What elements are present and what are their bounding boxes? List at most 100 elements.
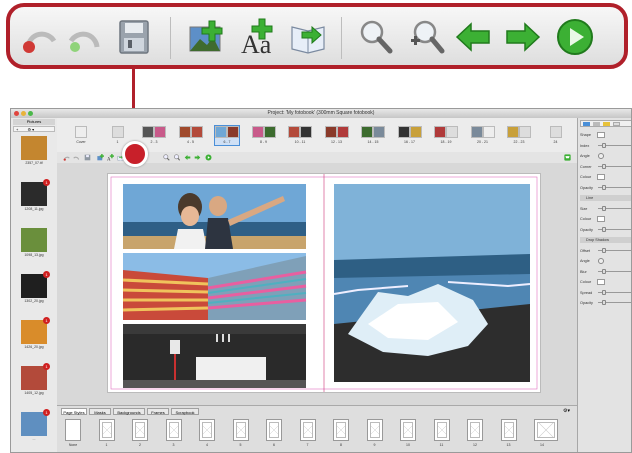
tab-scrapbook[interactable]: Scrapbook — [171, 408, 199, 415]
text-tab-icon[interactable] — [593, 122, 600, 126]
add-text-icon[interactable]: Aa — [239, 17, 279, 57]
page-style-layout[interactable]: 3 — [165, 419, 182, 447]
spread-thumbnail[interactable]: 4 - 5 — [178, 126, 203, 145]
spread-page[interactable] — [107, 173, 541, 393]
zoom-out-icon[interactable] — [163, 154, 170, 161]
add-picture-icon[interactable] — [187, 17, 227, 57]
spread-thumbnail[interactable]: Cover — [69, 126, 93, 145]
gear-icon[interactable]: ⚙▾ — [563, 408, 570, 414]
zoom-window-icon[interactable] — [28, 111, 33, 116]
save-icon[interactable] — [84, 154, 91, 161]
spread-thumbnail[interactable]: 2 - 3 — [142, 126, 166, 145]
gear-icon[interactable]: ⚙ ▾ — [27, 127, 34, 132]
slider-knob[interactable] — [602, 247, 606, 253]
undo-icon[interactable] — [20, 17, 60, 57]
colour-swatch[interactable] — [597, 279, 605, 285]
spread-thumbnail[interactable]: 24 — [544, 126, 568, 145]
cart-icon[interactable] — [564, 154, 571, 161]
property-section-header[interactable]: Line — [580, 195, 631, 201]
picture-thumbnail[interactable]: 1302_20.jpg 1 — [21, 271, 50, 304]
tab-backgrounds[interactable]: Backgrounds — [113, 408, 145, 415]
undo-icon[interactable] — [63, 154, 70, 161]
previous-page-icon[interactable] — [184, 154, 191, 161]
photo-glass-building[interactable] — [122, 253, 307, 320]
page-style-layout[interactable]: 14 — [534, 419, 558, 447]
picture-thumbnail[interactable]: 1208_11.jpg 1 — [21, 179, 50, 212]
page-style-layout[interactable]: 1 — [98, 419, 115, 447]
spread-page-left — [470, 126, 483, 138]
spread-thumbnail[interactable]: 8 - 9 — [251, 126, 276, 145]
add-page-icon[interactable] — [288, 17, 328, 57]
page-style-layout[interactable]: None — [65, 419, 81, 447]
slider-knob[interactable] — [602, 289, 606, 295]
spread-thumbnail[interactable]: 20 - 21 — [470, 126, 495, 145]
page-style-layout[interactable]: 4 — [199, 419, 215, 447]
photo-couple-beach[interactable] — [123, 184, 306, 249]
photo-white-room[interactable] — [123, 324, 306, 388]
property-label: Angle — [580, 154, 590, 158]
previous-page-icon[interactable] — [453, 17, 493, 57]
slider-knob[interactable] — [602, 205, 606, 211]
redo-icon[interactable] — [73, 154, 80, 161]
slider-knob[interactable] — [602, 163, 606, 169]
colour-swatch[interactable] — [597, 216, 605, 222]
slider-knob[interactable] — [602, 184, 606, 190]
spread-page-left — [434, 126, 446, 138]
next-page-icon[interactable] — [194, 154, 201, 161]
page-style-layout[interactable]: 2 — [132, 419, 148, 447]
picture-thumbnail[interactable]: 1098_13.jpg — [21, 228, 47, 258]
picture-thumbnail[interactable]: ... 1 — [21, 409, 50, 442]
property-section-header[interactable]: Drop Shadow — [580, 237, 631, 243]
redo-icon[interactable] — [65, 17, 105, 57]
spread-thumbnail[interactable]: 14 - 15 — [361, 126, 385, 145]
next-page-icon[interactable] — [503, 17, 543, 57]
page-style-layout[interactable]: 12 — [467, 419, 483, 447]
page-style-layout[interactable]: 8 — [333, 419, 349, 447]
slider-knob[interactable] — [602, 226, 606, 232]
spread-thumbnail[interactable]: 10 - 11 — [288, 126, 312, 145]
spread-thumbnail[interactable]: 6 - 7 — [214, 125, 240, 146]
page-style-layout[interactable]: 5 — [232, 419, 249, 447]
ruler-tab-icon[interactable] — [603, 122, 610, 126]
preview-play-icon[interactable] — [205, 154, 212, 161]
picture-thumbnail[interactable]: 2357_07.tif — [21, 136, 47, 166]
picture-thumbnail[interactable]: 1405_12.jpg 1 — [21, 363, 50, 396]
add-picture-icon[interactable] — [97, 154, 104, 161]
colour-swatch[interactable] — [597, 132, 605, 138]
zoom-out-icon[interactable] — [356, 17, 396, 57]
spread-thumbnail[interactable]: 1 — [106, 126, 130, 145]
page-style-layout[interactable]: 13 — [500, 419, 517, 447]
slider-knob[interactable] — [602, 142, 606, 148]
angle-dial[interactable] — [598, 153, 604, 159]
spread-thumbnail[interactable]: 18 - 19 — [434, 126, 458, 145]
photo-ice-beach[interactable] — [333, 184, 531, 382]
layers-tab-icon[interactable] — [583, 122, 590, 126]
slider-knob[interactable] — [602, 268, 606, 274]
tab-frames[interactable]: Frames — [147, 408, 169, 415]
save-icon[interactable] — [114, 17, 154, 57]
zoom-in-icon[interactable] — [405, 17, 445, 57]
layout-preview — [302, 422, 313, 438]
page-style-layout[interactable]: 10 — [400, 419, 416, 447]
colour-swatch[interactable] — [597, 174, 605, 180]
minimize-window-icon[interactable] — [21, 111, 26, 116]
spread-thumbnail[interactable]: 22 - 23 — [507, 126, 531, 145]
zoom-in-icon[interactable] — [173, 154, 180, 161]
preview-play-icon[interactable] — [555, 17, 595, 57]
page-style-layout[interactable]: 11 — [433, 419, 450, 447]
picture-thumbnail[interactable]: 1426_20.jpg 1 — [21, 317, 50, 350]
spread-thumbnail[interactable]: 16 - 17 — [397, 126, 422, 145]
add-text-icon[interactable]: A — [107, 154, 114, 161]
page-style-layout[interactable]: 7 — [299, 419, 316, 447]
page-style-layout[interactable]: 6 — [266, 419, 282, 447]
spread-thumbnail[interactable]: 12 - 13 — [324, 126, 349, 145]
layout-preview — [403, 422, 413, 438]
page-style-layout[interactable]: 9 — [366, 419, 383, 447]
tab-page-styles[interactable]: Page Styles — [61, 408, 87, 415]
page-tab-icon[interactable] — [613, 122, 620, 126]
add-picture-button[interactable]: + — [16, 127, 18, 132]
tab-masks[interactable]: Masks — [89, 408, 111, 415]
angle-dial[interactable] — [598, 258, 604, 264]
slider-knob[interactable] — [602, 300, 606, 305]
close-window-icon[interactable] — [14, 111, 19, 116]
